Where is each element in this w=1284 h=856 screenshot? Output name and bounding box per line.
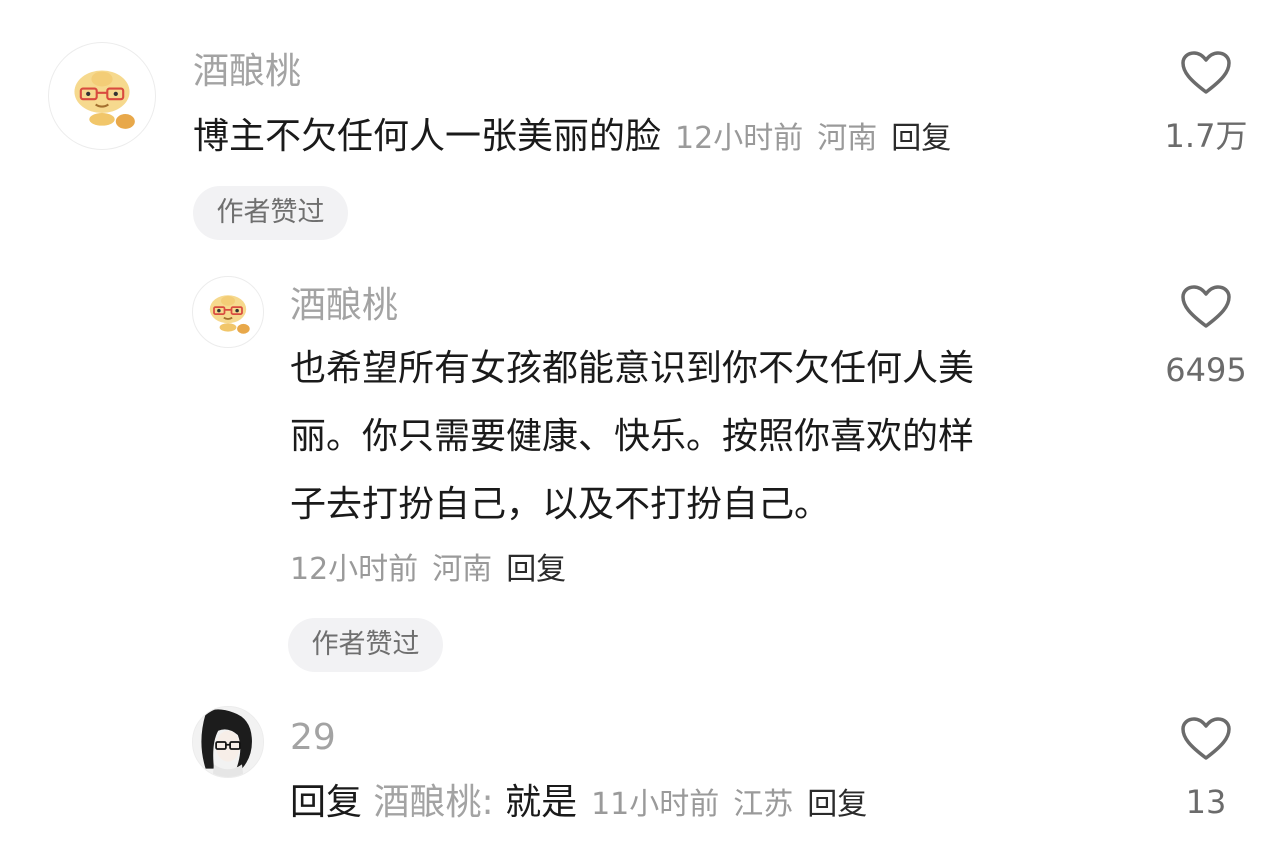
comment-time: 12小时前 bbox=[675, 121, 804, 156]
reply-prefix: 回复 bbox=[290, 782, 363, 823]
author-liked-badge: 作者赞过 bbox=[193, 186, 348, 240]
comment-meta: 12小时前 河南 回复 bbox=[290, 550, 566, 590]
comment-location: 河南 bbox=[817, 121, 878, 156]
bun-avatar-icon bbox=[74, 70, 135, 129]
like-count: 13 bbox=[1185, 783, 1227, 821]
comment-text: 就是 bbox=[505, 782, 578, 823]
comment-text-line: 也希望所有女孩都能意识到你不欠任何人美 bbox=[290, 348, 975, 389]
comment-meta: 11小时前 江苏 回复 bbox=[591, 787, 867, 822]
comment-username[interactable]: 酒酿桃 bbox=[290, 284, 398, 328]
reply-target-username[interactable]: 酒酿桃: bbox=[373, 782, 493, 823]
bun-avatar-icon bbox=[209, 295, 250, 334]
comment-meta: 12小时前 河南 回复 bbox=[675, 121, 951, 156]
comment-text-line: 子去打扮自己，以及不打扮自己。 bbox=[290, 484, 831, 525]
reply-button[interactable]: 回复 bbox=[807, 787, 867, 822]
avatar[interactable] bbox=[192, 276, 264, 348]
comment-text-line: 回复 酒酿桃: 就是 11小时前 江苏 回复 bbox=[290, 780, 867, 828]
comment-time: 12小时前 bbox=[290, 552, 419, 587]
avatar[interactable] bbox=[48, 42, 156, 150]
reply-button[interactable]: 回复 bbox=[891, 121, 951, 156]
heart-icon[interactable] bbox=[1180, 284, 1232, 330]
heart-icon[interactable] bbox=[1180, 716, 1232, 762]
avatar[interactable] bbox=[192, 706, 264, 778]
comment-location: 河南 bbox=[432, 552, 493, 587]
reply-button[interactable]: 回复 bbox=[506, 552, 566, 587]
comment-username[interactable]: 29 bbox=[290, 716, 336, 760]
comment-username[interactable]: 酒酿桃 bbox=[193, 50, 301, 94]
like-count: 6495 bbox=[1165, 351, 1247, 389]
comment-list: 酒酿桃 博主不欠任何人一张美丽的脸12小时前河南回复 作者赞过 1.7万 bbox=[0, 0, 1284, 856]
comment-text: 博主不欠任何人一张美丽的脸 bbox=[193, 116, 662, 157]
comment-location: 江苏 bbox=[733, 787, 794, 822]
like-count: 1.7万 bbox=[1164, 117, 1248, 155]
comment-text-line: 丽。你只需要健康、快乐。按照你喜欢的样 bbox=[290, 416, 975, 457]
comment-time: 11小时前 bbox=[591, 787, 720, 822]
heart-icon[interactable] bbox=[1180, 50, 1232, 96]
comment-text-line: 博主不欠任何人一张美丽的脸 12小时前 河南 回复 bbox=[193, 114, 951, 162]
author-liked-badge: 作者赞过 bbox=[288, 618, 443, 672]
anime-avatar-icon bbox=[193, 707, 263, 777]
